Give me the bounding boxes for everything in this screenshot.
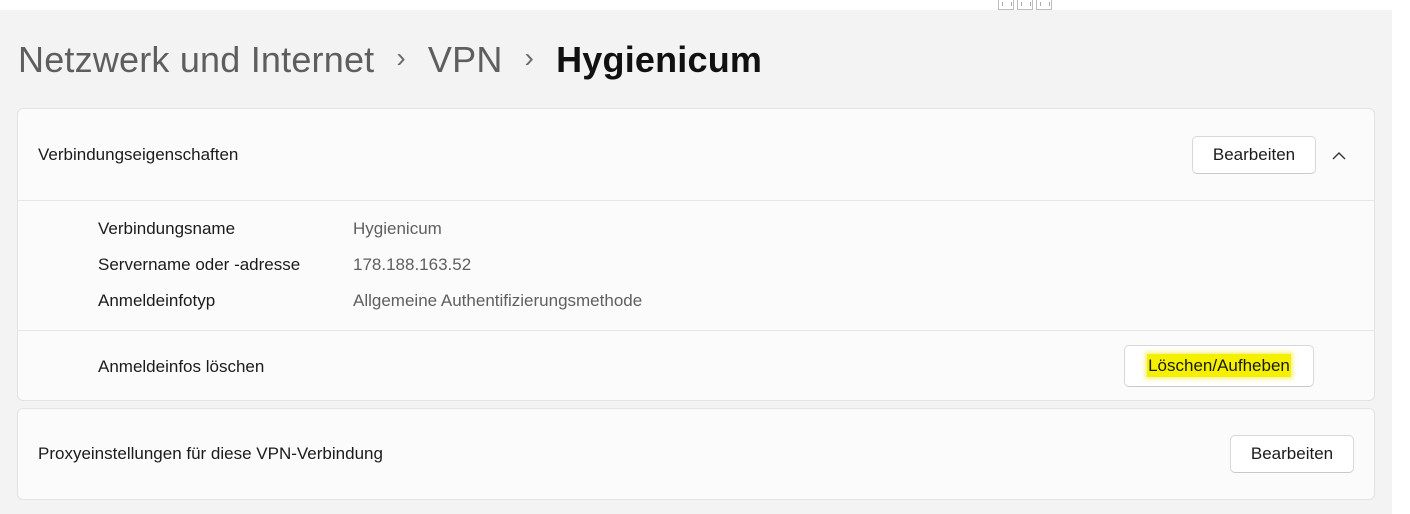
connection-properties-list: Verbindungsname Hygienicum Servername od…	[18, 201, 1374, 331]
breadcrumb-separator: ›	[396, 42, 406, 73]
property-value: 178.188.163.52	[353, 255, 472, 274]
clear-credentials-row: Anmeldeinfos löschen Löschen/Aufheben	[18, 331, 1374, 401]
breadcrumb-vpn[interactable]: VPN	[428, 39, 503, 81]
property-row: Verbindungsname Hygienicum	[98, 219, 442, 239]
highlighted-button-label: Löschen/Aufheben	[1147, 354, 1291, 377]
edit-proxy-button[interactable]: Bearbeiten	[1230, 435, 1354, 473]
settings-page: Netzwerk und Internet › VPN › Hygienicum…	[0, 10, 1392, 514]
window-grid-icon	[998, 0, 1014, 10]
property-value: Allgemeine Authentifizierungsmethode	[353, 291, 643, 310]
proxy-settings-card: Proxyeinstellungen für diese VPN-Verbind…	[17, 408, 1375, 500]
window-resize-icon	[1017, 0, 1033, 10]
property-name: Verbindungsname	[98, 219, 236, 238]
connection-properties-header[interactable]: Verbindungseigenschaften Bearbeiten	[18, 109, 1374, 201]
property-name: Servername oder -adresse	[98, 255, 301, 274]
page-title: Hygienicum	[556, 39, 763, 80]
property-name: Anmeldeinfotyp	[98, 291, 216, 310]
connection-properties-card: Verbindungseigenschaften Bearbeiten Verb…	[17, 108, 1375, 401]
property-row: Servername oder -adresse 178.188.163.52	[98, 255, 471, 275]
property-value: Hygienicum	[353, 219, 442, 238]
property-row: Anmeldeinfotyp Allgemeine Authentifizier…	[98, 291, 642, 311]
edit-connection-button[interactable]: Bearbeiten	[1192, 136, 1316, 174]
breadcrumb-separator: ›	[524, 42, 535, 73]
proxy-settings-title: Proxyeinstellungen für diese VPN-Verbind…	[38, 444, 383, 463]
clear-credentials-label: Anmeldeinfos löschen	[98, 357, 265, 376]
breadcrumb-network[interactable]: Netzwerk und Internet	[18, 39, 374, 81]
clear-credentials-button[interactable]: Löschen/Aufheben	[1124, 345, 1314, 387]
chevron-up-icon[interactable]	[1324, 140, 1354, 170]
window-control-icons	[998, 0, 1060, 10]
breadcrumb: Netzwerk und Internet › VPN › Hygienicum	[18, 38, 762, 82]
connection-properties-title: Verbindungseigenschaften	[38, 144, 239, 164]
window-close-icon	[1036, 0, 1052, 10]
